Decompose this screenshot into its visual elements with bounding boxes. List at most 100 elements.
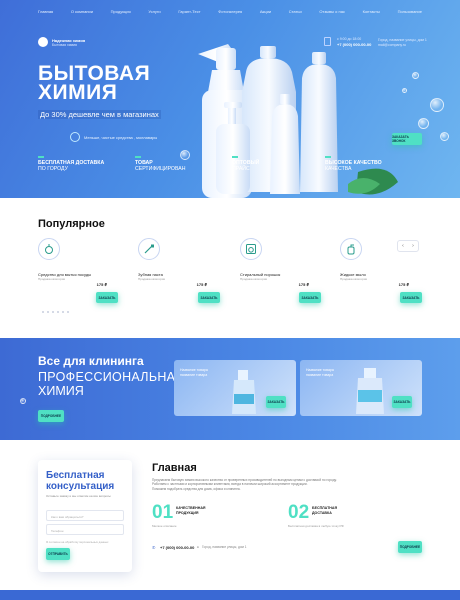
phone-icon bbox=[324, 37, 331, 46]
hero-section: Главная О компании Продукция Услуги Гара… bbox=[0, 0, 460, 198]
card-caption-line: название товара bbox=[180, 373, 208, 377]
slider-dot[interactable] bbox=[42, 311, 44, 313]
bubble-decoration bbox=[402, 88, 407, 93]
form-title: Бесплатная консультация bbox=[46, 470, 114, 492]
work-hours: с 9:00 до 18:00 bbox=[337, 37, 362, 41]
bubble-decoration bbox=[440, 132, 449, 141]
nav-item[interactable]: Главная bbox=[38, 9, 53, 14]
top-navigation: Главная О компании Продукция Услуги Гара… bbox=[38, 9, 422, 14]
order-call-button[interactable]: ЗАКАЗАТЬ ЗВОНОК bbox=[392, 133, 422, 145]
submit-button[interactable]: ОТПРАВИТЬ bbox=[46, 548, 70, 560]
brand-sub: Бытовая химия bbox=[52, 43, 77, 47]
bubble-decoration bbox=[412, 72, 419, 79]
order-button[interactable]: ЗАКАЗАТЬ bbox=[299, 292, 321, 303]
soap-icon bbox=[340, 238, 362, 260]
product-category: Продажа категория bbox=[138, 277, 166, 281]
nav-item[interactable]: Услуги bbox=[148, 9, 160, 14]
order-button[interactable]: ЗАКАЗАТЬ bbox=[198, 292, 220, 303]
chevron-left-icon[interactable]: ‹ bbox=[402, 243, 404, 249]
main-phone[interactable]: +7 (000) 000-00-00 bbox=[160, 545, 194, 550]
stat-number: 01 bbox=[152, 502, 174, 523]
bubble-decoration bbox=[20, 398, 26, 404]
form-title-line: Бесплатная bbox=[46, 470, 105, 481]
stat-label: БЕСПЛАТНАЯ ДОСТАВКА bbox=[312, 506, 338, 515]
main-text-line: Поможем подобрать средства для дома, офи… bbox=[152, 486, 241, 491]
product-category: Продажа категория bbox=[240, 277, 268, 281]
feature-item: БЕСПЛАТНАЯ ДОСТАВКА ПО ГОРОДУ bbox=[38, 156, 105, 172]
slider-dot[interactable] bbox=[52, 311, 54, 313]
header-address: Город, название улицы, дом 1 bbox=[378, 38, 427, 42]
spray-image bbox=[356, 368, 384, 414]
bottles-illustration bbox=[198, 44, 398, 198]
consultation-form: Бесплатная консультация Оставьте заявку … bbox=[38, 460, 132, 572]
nav-item[interactable]: Контакты bbox=[363, 9, 380, 14]
logo-icon[interactable] bbox=[38, 37, 48, 47]
stat-label: КАЧЕСТВЕННАЯ ПРОДУКЦИЯ bbox=[176, 506, 206, 515]
product-price: 175 ₽ bbox=[398, 282, 409, 287]
phone-field[interactable]: Телефон bbox=[46, 524, 124, 535]
slider-dot[interactable] bbox=[67, 311, 69, 313]
slider-dots bbox=[42, 311, 69, 313]
header-email[interactable]: mail@company.ru bbox=[378, 43, 406, 47]
phone-icon: ✆ bbox=[152, 545, 156, 550]
badge-icon bbox=[70, 132, 80, 142]
hero-title-line: ХИМИЯ bbox=[38, 81, 118, 104]
cleaning-line: ПРОФЕССИОНАЛЬНАЯ bbox=[38, 370, 185, 384]
header-phone[interactable]: +7 (000) 000-00-00 bbox=[337, 42, 371, 47]
hero-title: БЫТОВАЯ ХИМИЯ bbox=[38, 63, 150, 104]
main-title: Главная bbox=[152, 462, 197, 474]
stat-number: 02 bbox=[288, 502, 310, 523]
product-price: 175 ₽ bbox=[298, 282, 309, 287]
nav-item[interactable]: Акции bbox=[260, 9, 271, 14]
nav-item[interactable]: Фотогалерея bbox=[218, 9, 242, 14]
product-price: 175 ₽ bbox=[196, 282, 207, 287]
bubble-decoration bbox=[430, 98, 444, 112]
order-button[interactable]: ЗАКАЗАТЬ bbox=[96, 292, 118, 303]
nav-item[interactable]: Продукция bbox=[111, 9, 131, 14]
product-category: Продажа категория bbox=[340, 277, 368, 281]
chevron-right-icon[interactable]: › bbox=[412, 243, 414, 249]
form-description: Оставьте заявку и мы ответим на все вопр… bbox=[46, 494, 111, 498]
spray-image bbox=[232, 370, 256, 414]
main-text: Предлагаем бытовую химию высокого качест… bbox=[152, 478, 422, 491]
stat-small: Бесплатная доставка в любую точку РФ bbox=[288, 524, 344, 528]
slider-dot[interactable] bbox=[47, 311, 49, 313]
feature-item: ОПТОВЫЙ ПРАЙС bbox=[232, 156, 260, 172]
nav-item[interactable]: О компании bbox=[71, 9, 93, 14]
slider-dot[interactable] bbox=[57, 311, 59, 313]
nav-item[interactable]: Пользование bbox=[398, 9, 422, 14]
product-price: 175 ₽ bbox=[96, 282, 107, 287]
footer-bar bbox=[0, 590, 460, 600]
feature-item: ТОВАР СЕРТИФИЦИРОВАН bbox=[135, 156, 186, 172]
stat-small: Мелкое описание bbox=[152, 524, 177, 528]
order-button[interactable]: ЗАКАЗАТЬ bbox=[392, 396, 412, 408]
toothbrush-icon bbox=[138, 238, 160, 260]
popular-title: Популярное bbox=[38, 218, 105, 230]
cleaning-line: ХИМИЯ bbox=[38, 384, 84, 398]
washing-machine-icon bbox=[240, 238, 262, 260]
bubble-decoration bbox=[418, 118, 429, 129]
card-caption: Название товара название товара bbox=[306, 368, 334, 378]
product-category: Продажа категория bbox=[38, 277, 66, 281]
slider-dot[interactable] bbox=[62, 311, 64, 313]
order-button[interactable]: ЗАКАЗАТЬ bbox=[266, 396, 286, 408]
nav-item[interactable]: Отзывы о нас bbox=[319, 9, 345, 14]
form-title-line: консультация bbox=[46, 481, 115, 492]
more-button[interactable]: ПОДРОБНЕЕ bbox=[38, 410, 64, 422]
hero-subtitle: До 30% дешевле чем в магазинах bbox=[38, 110, 161, 119]
card-caption: Название товара название товара bbox=[180, 368, 208, 378]
order-button[interactable]: ЗАКАЗАТЬ bbox=[400, 292, 422, 303]
more-button[interactable]: ПОДРОБНЕЕ bbox=[398, 541, 422, 553]
card-caption-line: название товара bbox=[306, 373, 334, 377]
dish-icon bbox=[38, 238, 60, 260]
hero-badge-text: Меньше, чистые средства , моллавары bbox=[84, 135, 158, 140]
location-icon: ● bbox=[197, 545, 199, 549]
nav-item[interactable]: Гарант-Тест bbox=[178, 9, 200, 14]
main-address: Город, название улицы, дом 1 bbox=[202, 545, 247, 549]
consent-checkbox[interactable]: Я согласен на обработку персональных дан… bbox=[46, 540, 108, 544]
name-field[interactable]: Как к вам обращаться? bbox=[46, 510, 124, 521]
slider-arrows: ‹ › bbox=[397, 240, 419, 252]
nav-item[interactable]: Статьи bbox=[289, 9, 302, 14]
feature-item: ВЫСОКОЕ КАЧЕСТВО КАЧЕСТВА bbox=[325, 156, 382, 172]
cleaning-title: Все для клининга bbox=[38, 354, 144, 368]
